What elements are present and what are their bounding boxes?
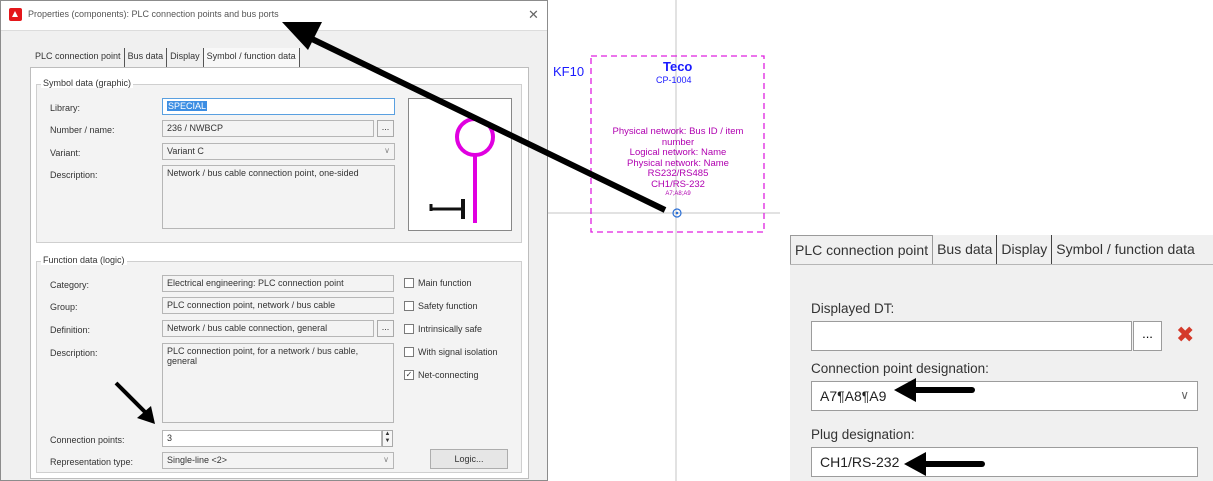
zoom-tab-bus-data[interactable]: Bus data: [933, 235, 998, 265]
definition-browse-button[interactable]: ...: [377, 320, 394, 337]
function-description-field: PLC connection point, for a network / bu…: [162, 343, 394, 423]
category-field: Electrical engineering: PLC connection p…: [162, 275, 394, 292]
definition-field: Network / bus cable connection, general: [162, 320, 374, 337]
definition-label: Definition:: [50, 325, 91, 335]
intrinsically-safe-box: [404, 324, 414, 334]
delete-icon[interactable]: ✖: [1176, 323, 1194, 347]
connection-points-input[interactable]: 3: [162, 430, 382, 447]
plug-designation-input[interactable]: CH1/RS-232: [811, 447, 1198, 477]
net-connecting-label: Net-connecting: [418, 370, 479, 380]
representation-type-label: Representation type:: [50, 457, 134, 467]
cp-designation-select[interactable]: A7¶A8¶A9 ∨: [811, 381, 1198, 411]
annotation-arrow-icon: [114, 381, 155, 424]
zoom-tab-content: Displayed DT: ... ✖ Connection point des…: [790, 264, 1213, 481]
net-connecting-box: ✓: [404, 370, 414, 380]
zoomed-properties-panel: PLC connection point Bus data Display Sy…: [790, 235, 1213, 481]
connection-points-label: Connection points:: [50, 435, 125, 445]
function-description-label: Description:: [50, 348, 98, 358]
main-function-box: [404, 278, 414, 288]
safety-function-box: [404, 301, 414, 311]
intrinsically-safe-label: Intrinsically safe: [418, 324, 483, 334]
zoom-tab-plc-connection-point[interactable]: PLC connection point: [790, 235, 934, 265]
chevron-down-icon: ∨: [1180, 388, 1189, 402]
connection-points-spinner[interactable]: ▲ ▼: [382, 430, 393, 447]
net-connecting-checkbox[interactable]: ✓ Net-connecting: [404, 370, 479, 380]
displayed-dt-browse-button[interactable]: ...: [1133, 321, 1162, 351]
plug-designation-label: Plug designation:: [811, 427, 915, 442]
safety-function-label: Safety function: [418, 301, 478, 311]
cp-designation-label: Connection point designation:: [811, 361, 989, 376]
logic-button[interactable]: Logic...: [430, 449, 508, 469]
displayed-dt-input[interactable]: [811, 321, 1132, 351]
pointer-arrow-icon: [282, 22, 667, 213]
category-label: Category:: [50, 280, 90, 290]
zoom-tab-display[interactable]: Display: [997, 235, 1053, 265]
spin-up-icon[interactable]: ▲: [383, 431, 392, 438]
group-label: Group:: [50, 302, 78, 312]
plug-annotation-arrow-icon: [904, 452, 985, 476]
group-field: PLC connection point, network / bus cabl…: [162, 297, 394, 314]
cp-designation-value: A7¶A8¶A9: [820, 388, 887, 404]
main-function-checkbox[interactable]: Main function: [404, 278, 472, 288]
safety-function-checkbox[interactable]: Safety function: [404, 301, 478, 311]
cp-annotation-arrow-icon: [894, 378, 975, 402]
zoom-tab-symbol-function-data[interactable]: Symbol / function data: [1052, 235, 1199, 265]
signal-isolation-label: With signal isolation: [418, 347, 498, 357]
signal-isolation-checkbox[interactable]: With signal isolation: [404, 347, 498, 357]
displayed-dt-label: Displayed DT:: [811, 301, 895, 316]
main-function-label: Main function: [418, 278, 472, 288]
zoom-tabs: PLC connection point Bus data Display Sy…: [790, 235, 1199, 265]
screenshot-stage: Properties (components): PLC connection …: [0, 0, 1213, 481]
spin-down-icon[interactable]: ▼: [383, 438, 392, 445]
intrinsically-safe-checkbox[interactable]: Intrinsically safe: [404, 324, 482, 334]
chevron-down-icon: ∨: [383, 455, 389, 464]
signal-isolation-box: [404, 347, 414, 357]
representation-type-value: Single-line <2>: [167, 455, 228, 465]
representation-type-select[interactable]: Single-line <2> ∨: [162, 452, 394, 469]
